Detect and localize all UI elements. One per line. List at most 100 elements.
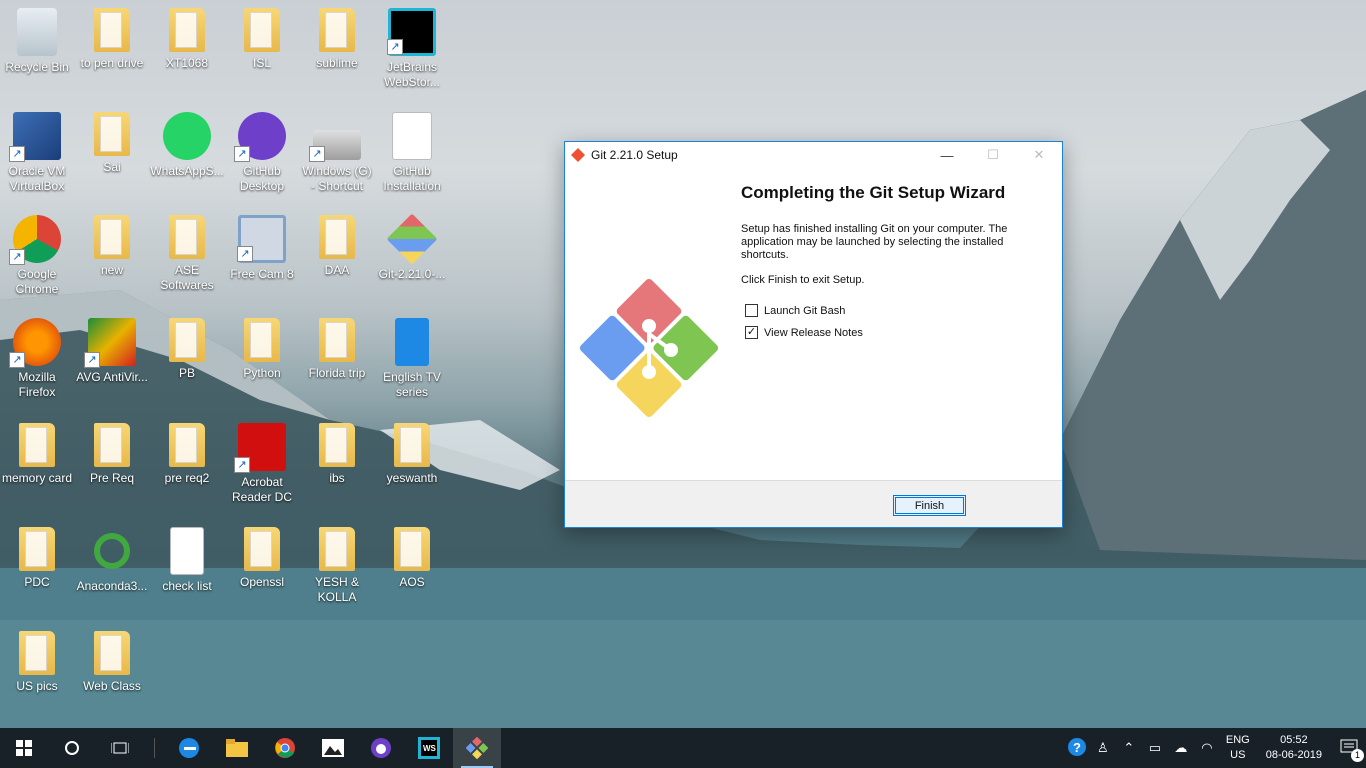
desktop-icon[interactable]: ISL: [225, 8, 299, 71]
desktop-icon-label: memory card: [1, 471, 72, 485]
view-release-notes-checkbox[interactable]: ✓: [745, 326, 758, 339]
tvfolder-icon: [395, 318, 429, 366]
people-icon[interactable]: ♙: [1090, 740, 1116, 756]
desktop-icon-label: DAA: [324, 263, 350, 277]
desktop-icon[interactable]: GitHub Desktop: [225, 112, 299, 194]
taskbar-webstorm[interactable]: WS: [405, 728, 453, 768]
launch-git-bash-checkbox[interactable]: [745, 304, 758, 317]
git-setup-icon: [466, 737, 488, 759]
desktop-icon[interactable]: Oracle VM VirtualBox: [0, 112, 74, 194]
desktop-icon[interactable]: Mozilla Firefox: [0, 318, 74, 400]
desktop-icon[interactable]: ibs: [300, 423, 374, 486]
title-bar[interactable]: Git 2.21.0 Setup — ☐ ✕: [565, 142, 1062, 168]
folder-icon: [394, 527, 430, 571]
desktop-icon-label: ibs: [329, 471, 345, 485]
taskbar-file-explorer[interactable]: [213, 728, 261, 768]
git-setup-window: Git 2.21.0 Setup — ☐ ✕ Completing the Gi…: [564, 141, 1063, 528]
desktop-icon[interactable]: check list: [150, 527, 224, 594]
desktop-icon-label: AVG AntiVir...: [76, 370, 148, 384]
finish-description: Setup has finished installing Git on you…: [741, 223, 1008, 261]
taskbar: WS ? ♙ ⌃ ▭ ☁ ◠ ENG US 05:52 08-06-2019 1: [0, 728, 1366, 768]
onedrive-icon[interactable]: ☁: [1168, 740, 1194, 756]
desktop-icon-label: AOS: [399, 575, 425, 589]
taskbar-github-desktop[interactable]: [357, 728, 405, 768]
desktop-icon[interactable]: GitHub Installation: [375, 112, 449, 194]
desktop-icon[interactable]: yeswanth: [375, 423, 449, 486]
desktop-icon[interactable]: Windows (G) - Shortcut: [300, 112, 374, 194]
desktop-icon[interactable]: Web Class: [75, 631, 149, 694]
desktop-icon-label: Windows (G) - Shortcut: [302, 164, 372, 193]
webstorm-icon: [387, 8, 436, 56]
github-desktop-icon: [371, 738, 391, 758]
desktop-icon-label: JetBrains WebStor...: [384, 60, 440, 89]
wifi-icon[interactable]: ◠: [1194, 740, 1220, 756]
desktop-icon[interactable]: Openssl: [225, 527, 299, 590]
desktop-icon[interactable]: new: [75, 215, 149, 278]
start-button[interactable]: [0, 728, 48, 768]
desktop-icon-label: Python: [243, 366, 281, 380]
taskbar-chrome[interactable]: [261, 728, 309, 768]
desktop-icon[interactable]: Pre Req: [75, 423, 149, 486]
desktop-icon-label: check list: [162, 579, 212, 593]
view-release-notes-option[interactable]: ✓ View Release Notes: [745, 326, 863, 339]
action-center-button[interactable]: 1: [1332, 739, 1366, 762]
desktop-icon[interactable]: ASE Softwares: [150, 215, 224, 293]
desktop-icon[interactable]: Florida trip: [300, 318, 374, 381]
git-icon: [386, 213, 438, 265]
file-explorer-icon: [226, 739, 248, 757]
desktop-icon[interactable]: Recycle Bin: [0, 8, 74, 75]
clock[interactable]: 05:52 08-06-2019: [1266, 733, 1322, 763]
desktop-icon[interactable]: XT1068: [150, 8, 224, 71]
taskbar-git-setup[interactable]: [453, 728, 501, 768]
desktop-icon[interactable]: AVG AntiVir...: [75, 318, 149, 385]
avg-icon: [84, 318, 136, 368]
exit-instruction: Click Finish to exit Setup.: [741, 274, 865, 286]
desktop-icon[interactable]: English TV series: [375, 318, 449, 400]
desktop-icon[interactable]: Git-2.21.0-...: [375, 213, 449, 282]
desktop-icon[interactable]: PDC: [0, 527, 74, 590]
desktop-icon-label: Sai: [103, 160, 121, 174]
desktop-icon[interactable]: YESH & KOLLA: [300, 527, 374, 605]
desktop-icon-label: Recycle Bin: [5, 60, 69, 74]
desktop-icon[interactable]: JetBrains WebStor...: [375, 8, 449, 90]
desktop-icon[interactable]: DAA: [300, 215, 374, 278]
desktop-icon-label: GitHub Desktop: [239, 164, 285, 193]
desktop-icon[interactable]: AOS: [375, 527, 449, 590]
desktop-icon[interactable]: Google Chrome: [0, 215, 74, 297]
drive-icon: [309, 130, 361, 162]
wizard-footer: Finish: [565, 480, 1062, 527]
language-indicator[interactable]: ENG US: [1226, 733, 1250, 763]
finish-button[interactable]: Finish: [893, 495, 966, 516]
task-view-icon: [111, 742, 129, 754]
desktop-icon-label: pre req2: [164, 471, 210, 485]
cortana-button[interactable]: [48, 728, 96, 768]
taskbar-photos[interactable]: [309, 728, 357, 768]
desktop-icon[interactable]: US pics: [0, 631, 74, 694]
desktop-icon[interactable]: Acrobat Reader DC: [225, 423, 299, 505]
battery-icon[interactable]: ▭: [1142, 740, 1168, 756]
word-icon: [392, 112, 432, 160]
launch-git-bash-option[interactable]: Launch Git Bash: [745, 304, 845, 317]
task-view-button[interactable]: [96, 728, 144, 768]
desktop-icon[interactable]: sublime: [300, 8, 374, 71]
taskbar-edge[interactable]: [165, 728, 213, 768]
desktop-icon[interactable]: Free Cam 8: [225, 215, 299, 282]
desktop-icon[interactable]: pre req2: [150, 423, 224, 486]
desktop-icon[interactable]: to pen drive: [75, 8, 149, 71]
close-button[interactable]: ✕: [1016, 142, 1062, 168]
desktop-icon[interactable]: Sai: [75, 112, 149, 175]
desktop-icon[interactable]: WhatsAppS...: [150, 112, 224, 179]
recycle-icon: [17, 8, 57, 56]
help-icon[interactable]: ?: [1064, 737, 1090, 760]
desktop-icon-label: Mozilla Firefox: [18, 370, 56, 399]
desktop-icon[interactable]: PB: [150, 318, 224, 381]
desktop-icon[interactable]: Anaconda3...: [75, 527, 149, 594]
desktop-icon[interactable]: memory card: [0, 423, 74, 486]
minimize-button[interactable]: —: [924, 142, 970, 168]
folder-icon: [94, 8, 130, 52]
help-question-icon: ?: [1067, 737, 1086, 756]
show-hidden-icons-chevron-icon[interactable]: ⌃: [1116, 740, 1142, 756]
file-icon: [170, 527, 204, 575]
desktop-icon[interactable]: Python: [225, 318, 299, 381]
folder-icon: [394, 423, 430, 467]
